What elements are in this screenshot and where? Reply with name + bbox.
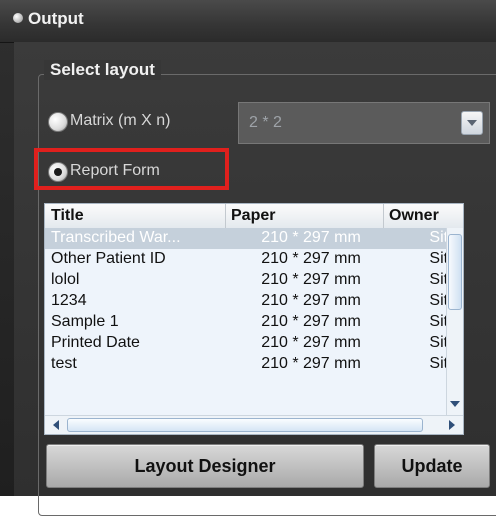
row-paper: 210 * 297 mm (261, 229, 361, 246)
window-title: Output (28, 9, 84, 28)
row-paper: 210 * 297 mm (261, 334, 361, 351)
matrix-size-value: 2 * 2 (249, 114, 282, 131)
row-title: Other Patient ID (51, 250, 166, 267)
column-header-paper[interactable]: Paper (231, 207, 275, 225)
row-paper: 210 * 297 mm (261, 355, 361, 372)
table-row[interactable]: Transcribed War... 210 * 297 mm Site (45, 228, 463, 249)
vertical-scrollbar[interactable] (446, 228, 463, 416)
table-row[interactable]: Other Patient ID 210 * 297 mm Site (45, 249, 463, 270)
row-title: 1234 (51, 292, 87, 309)
row-title: Sample 1 (51, 313, 119, 330)
update-button[interactable]: Update (374, 444, 490, 488)
row-paper: 210 * 297 mm (261, 313, 361, 330)
column-separator (225, 204, 226, 228)
table-row[interactable]: 1234 210 * 297 mm Site (45, 291, 463, 312)
horizontal-scroll-thumb[interactable] (67, 418, 423, 432)
arrow-right-icon[interactable] (443, 418, 461, 432)
column-header-owner[interactable]: Owner (389, 207, 439, 225)
matrix-radio-label[interactable]: Matrix (m X n) (70, 112, 170, 130)
table-row[interactable]: lolol 210 * 297 mm Site (45, 270, 463, 291)
matrix-size-select[interactable]: 2 * 2 (238, 102, 490, 144)
table-row[interactable]: Printed Date 210 * 297 mm Site (45, 333, 463, 354)
horizontal-scrollbar[interactable] (45, 415, 463, 434)
arrow-left-icon[interactable] (47, 418, 65, 432)
layout-table: Title Paper Owner Transcribed War... 210… (44, 203, 464, 435)
row-title: test (51, 355, 77, 372)
bullet-icon (13, 13, 23, 23)
output-window: Output Select layout Matrix (m X n) 2 * … (0, 0, 496, 516)
report-form-radio-label[interactable]: Report Form (70, 162, 160, 180)
column-separator (383, 204, 384, 228)
arrow-down-icon[interactable] (449, 398, 461, 410)
table-header: Title Paper Owner (45, 204, 463, 229)
row-title: lolol (51, 271, 80, 288)
layout-designer-button[interactable]: Layout Designer (46, 444, 364, 488)
window-titlebar: Output (0, 0, 496, 43)
row-title: Printed Date (51, 334, 140, 351)
row-paper: 210 * 297 mm (261, 271, 361, 288)
report-form-radio[interactable] (48, 162, 68, 182)
row-paper: 210 * 297 mm (261, 292, 361, 309)
row-title: Transcribed War... (51, 229, 181, 246)
matrix-radio[interactable] (48, 112, 68, 132)
table-row[interactable]: Sample 1 210 * 297 mm Site (45, 312, 463, 333)
column-header-title[interactable]: Title (51, 207, 84, 225)
chevron-down-icon[interactable] (461, 111, 483, 135)
table-row[interactable]: test 210 * 297 mm Site (45, 354, 463, 375)
vertical-scroll-thumb[interactable] (448, 234, 462, 310)
row-paper: 210 * 297 mm (261, 250, 361, 267)
group-label: Select layout (44, 60, 161, 80)
